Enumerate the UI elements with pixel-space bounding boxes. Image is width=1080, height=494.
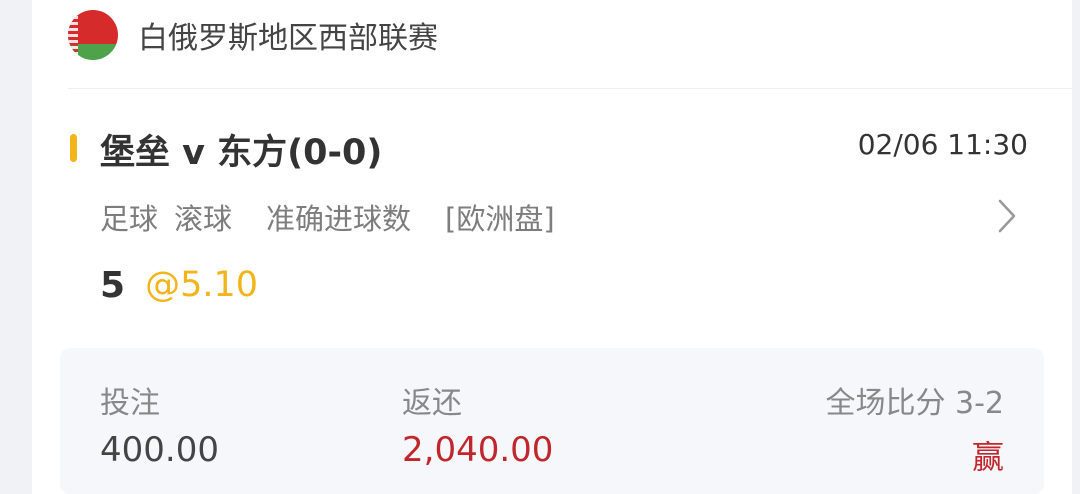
market-mode: 滚球	[174, 202, 233, 236]
selection-row: 5 @5.10	[100, 262, 258, 308]
selection-odds: @5.10	[145, 265, 258, 305]
stake-value: 400.00	[100, 430, 219, 470]
bet-summary: 投注 400.00 返还 2,040.00 全场比分 3-2 赢	[60, 348, 1044, 494]
divider	[68, 88, 1072, 89]
league-header: 白俄罗斯地区西部联赛	[68, 6, 438, 64]
return-value: 2,040.00	[402, 430, 554, 470]
market-type: 准确进球数	[266, 202, 412, 236]
market-odds-format: [欧洲盘]	[445, 202, 555, 236]
return-column: 返还 2,040.00	[402, 378, 553, 470]
match-title: 堡垒 v 东方(0-0)	[100, 133, 383, 173]
chevron-right-icon[interactable]	[988, 196, 1028, 236]
result-score-label: 全场比分 3-2	[825, 386, 1004, 421]
result-status: 赢	[971, 438, 1004, 476]
league-name: 白俄罗斯地区西部联赛	[138, 21, 438, 56]
accent-bar	[70, 134, 77, 162]
return-label: 返还	[402, 386, 462, 421]
match-row[interactable]: 堡垒 v 东方(0-0) 02/06 11:30	[68, 122, 1028, 173]
belarus-flag-icon	[68, 10, 118, 60]
bet-card: 白俄罗斯地区西部联赛 堡垒 v 东方(0-0) 02/06 11:30 足球 滚…	[32, 0, 1072, 494]
selection-pick: 5	[100, 264, 126, 306]
stake-label: 投注	[100, 386, 160, 421]
result-column: 全场比分 3-2 赢	[825, 378, 1004, 478]
stake-column: 投注 400.00	[100, 378, 219, 470]
market-row[interactable]: 足球 滚球 准确进球数 [欧洲盘]	[100, 194, 1028, 240]
match-time: 02/06 11:30	[857, 128, 1028, 161]
market-sport: 足球	[100, 202, 159, 236]
